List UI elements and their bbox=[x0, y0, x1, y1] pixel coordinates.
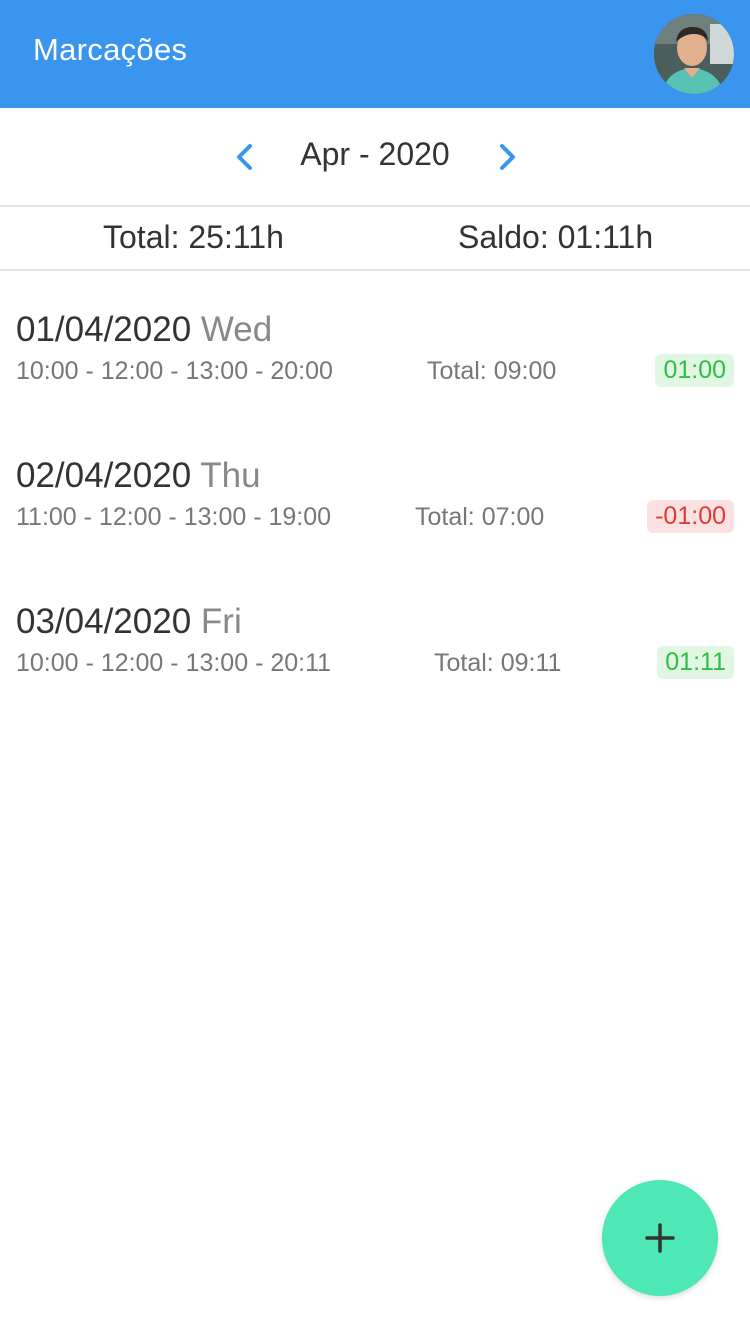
entry-total: Total: 09:11 bbox=[434, 649, 562, 677]
entry-date-value: 01/04/2020 bbox=[16, 310, 192, 349]
summary-total: Total: 25:11h bbox=[103, 219, 284, 255]
user-avatar-icon bbox=[654, 14, 734, 94]
page-title: Marcações bbox=[33, 32, 188, 67]
list-item[interactable]: 01/04/2020 Wed 10:00 - 12:00 - 13:00 - 2… bbox=[0, 310, 750, 420]
entry-date: 01/04/2020 Wed bbox=[16, 310, 272, 350]
entry-weekday: Thu bbox=[200, 456, 261, 495]
app-bar: Marcações bbox=[0, 0, 750, 108]
entry-times: 10:00 - 12:00 - 13:00 - 20:11 bbox=[16, 649, 332, 677]
entry-times: 10:00 - 12:00 - 13:00 - 20:00 bbox=[16, 357, 333, 385]
list-item[interactable]: 03/04/2020 Fri 10:00 - 12:00 - 13:00 - 2… bbox=[0, 602, 750, 712]
summary-bar: Total: 25:11h Saldo: 01:11h bbox=[0, 207, 750, 271]
entry-weekday: Wed bbox=[200, 310, 273, 349]
balance-badge: 01:00 bbox=[655, 354, 734, 387]
add-entry-button[interactable] bbox=[602, 1180, 718, 1296]
entry-date-value: 02/04/2020 bbox=[16, 456, 192, 495]
plus-icon bbox=[645, 1223, 675, 1253]
month-label: Apr - 2020 bbox=[300, 136, 450, 172]
entry-date: 02/04/2020 Thu bbox=[16, 456, 261, 496]
entry-weekday: Fri bbox=[200, 602, 242, 641]
entry-date: 03/04/2020 Fri bbox=[16, 602, 242, 642]
entry-total: Total: 09:00 bbox=[427, 357, 557, 385]
avatar[interactable] bbox=[654, 14, 734, 94]
balance-badge: 01:11 bbox=[657, 646, 734, 679]
entry-date-value: 03/04/2020 bbox=[16, 602, 192, 641]
balance-badge: -01:00 bbox=[647, 500, 734, 533]
entry-times: 11:00 - 12:00 - 13:00 - 19:00 bbox=[16, 503, 332, 531]
chevron-right-icon bbox=[500, 144, 515, 170]
list-item[interactable]: 02/04/2020 Thu 11:00 - 12:00 - 13:00 - 1… bbox=[0, 456, 750, 566]
entry-total: Total: 07:00 bbox=[415, 503, 545, 531]
next-month-button[interactable] bbox=[492, 140, 522, 174]
month-navigator: Apr - 2020 bbox=[0, 108, 750, 207]
summary-saldo: Saldo: 01:11h bbox=[458, 219, 654, 255]
